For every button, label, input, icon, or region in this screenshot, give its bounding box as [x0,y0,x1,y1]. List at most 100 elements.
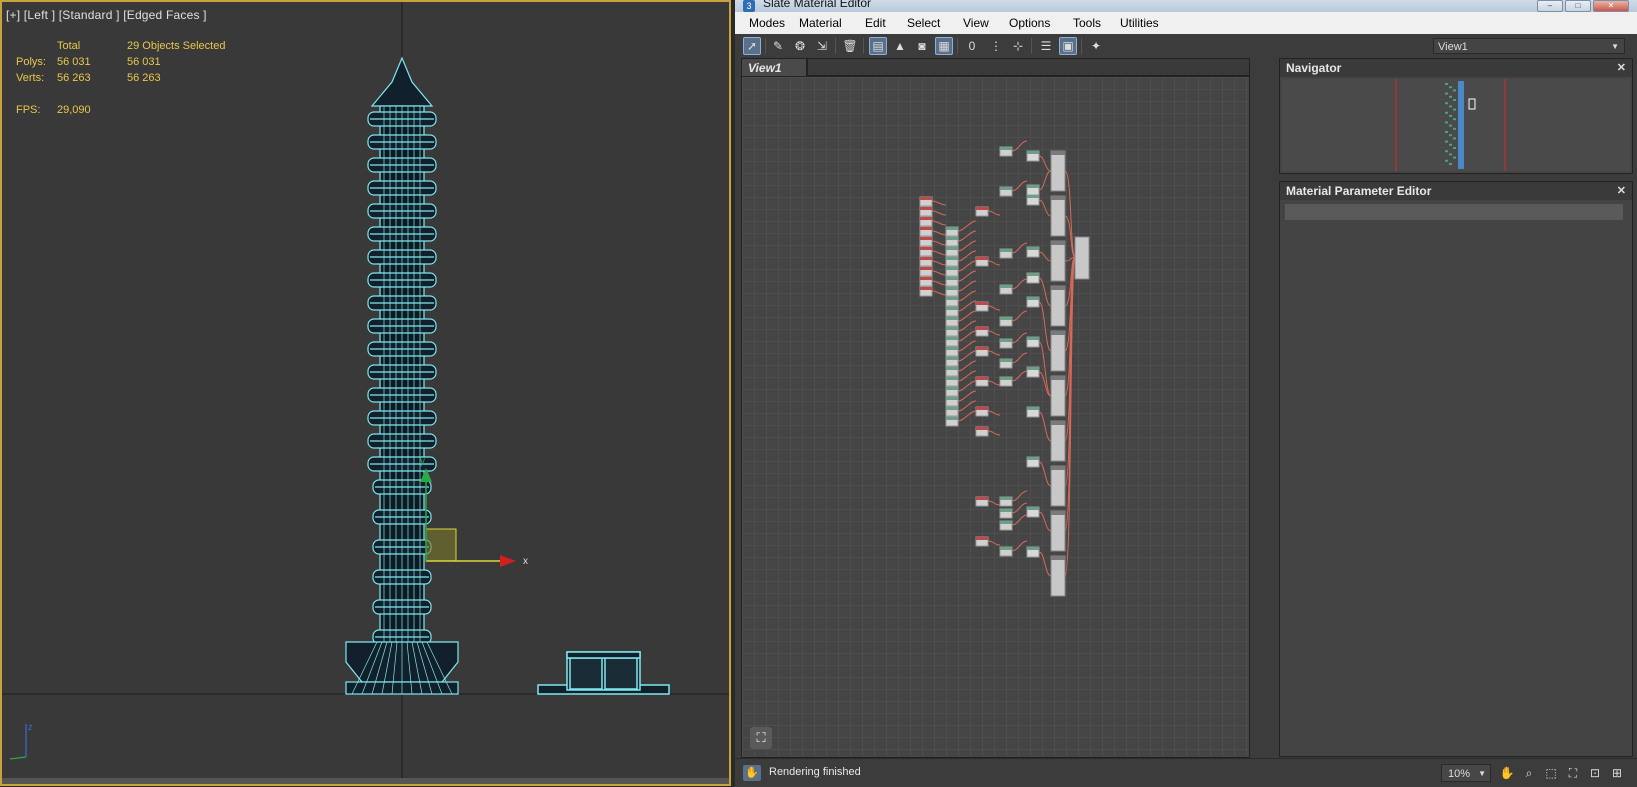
material-node-header [1051,556,1065,560]
material-node [1050,195,1066,237]
close-icon[interactable]: ✕ [1617,182,1626,200]
navigator-header: Navigator ✕ [1280,59,1632,77]
node-wire [987,260,1001,266]
material-node [1050,510,1066,552]
pan-icon[interactable]: ✋ [1499,765,1515,781]
select-tool-icon[interactable]: ➚ [743,37,761,55]
background-icon[interactable]: 0 [963,37,981,55]
zoom-dropdown[interactable]: 10% ▼ [1441,764,1491,782]
menu-options[interactable]: Options [1009,16,1050,30]
node-wire [1011,140,1028,152]
node-wire [957,260,977,272]
menu-material[interactable]: Material [799,16,842,30]
mpe-name-field[interactable] [1285,204,1623,220]
menu-utilities[interactable]: Utilities [1120,16,1159,30]
binoculars-icon[interactable]: ⛶ [750,727,772,749]
menu-edit[interactable]: Edit [865,16,886,30]
mini-node [1445,83,1448,85]
material-parameter-editor-panel: Material Parameter Editor ✕ [1279,181,1633,757]
bitmap-node-header [1027,547,1039,550]
map-node-header [946,287,958,290]
view-select-value: View1 [1438,41,1468,53]
navigator-minimap [1395,79,1506,171]
menu-select[interactable]: Select [907,16,940,30]
viewport-scene[interactable]: x y z [2,2,731,786]
zoom-region-icon[interactable]: ⬚ [1543,765,1559,781]
show-map-icon[interactable]: ▦ [935,37,953,55]
map-node-header [946,377,958,380]
axis-tripod-icon [9,724,27,760]
tab-view1[interactable]: View1 [741,58,807,76]
node-wire [931,280,947,286]
bitmap-node-header [1027,185,1039,188]
view-select-dropdown[interactable]: View1 ▼ [1433,38,1625,54]
delete-icon[interactable]: 🗑 [841,37,859,55]
hide-unused-icon[interactable]: ⊹ [1009,37,1027,55]
layout-icon[interactable]: ☰ [1037,37,1055,55]
move-children-icon[interactable]: ▤ [869,37,887,55]
mini-node [1449,134,1452,137]
layout-children-icon[interactable]: ▣ [1059,37,1077,55]
status-bar: ✋ Rendering finished 10% ▼ ✋ ⌕ ⬚ ⛶ ⊡ ⊞ [735,758,1637,787]
menu-modes[interactable]: Modes [749,16,785,30]
navigator-view[interactable] [1282,79,1630,171]
node-wire [987,330,1001,336]
mini-node [1445,140,1448,143]
show-bg-icon[interactable]: ▲ [891,37,909,55]
mini-node [1453,89,1456,92]
get-material-icon[interactable]: ❂ [791,37,809,55]
render-status-icon[interactable]: ✋ [743,765,761,781]
zoom-selected-icon[interactable]: ⊡ [1587,765,1603,781]
node-wire [957,400,977,412]
node-wire [1038,155,1052,172]
perspective-viewport[interactable]: [+] [Left ] [Standard ] [Edged Faces ] T… [0,0,731,786]
map-node-header [1000,521,1012,524]
chevron-down-icon: ▼ [1478,769,1486,778]
map-node-header [1000,359,1012,362]
zoom-icon[interactable]: ⌕ [1521,765,1537,781]
close-icon[interactable]: ✕ [1593,0,1629,12]
menu-tools[interactable]: Tools [1073,16,1101,30]
layout-all-icon[interactable]: ◙ [913,37,931,55]
mini-node [1449,163,1452,165]
map-node-header [976,327,988,330]
mini-node [1449,86,1452,89]
move-gizmo[interactable] [420,468,516,567]
node-graph[interactable] [742,77,1249,757]
map-node-header [946,257,958,260]
node-wire [957,270,977,282]
map-node-header [920,257,932,260]
node-wire [957,340,977,352]
node-wire [987,350,1001,356]
node-wire [987,305,1001,311]
put-to-scene-icon[interactable]: ⇲ [813,37,831,55]
tower-spire [370,56,434,107]
magic-icon[interactable]: ✦ [1087,37,1105,55]
map-node-header [1000,249,1012,252]
menu-view[interactable]: View [963,16,989,30]
minimize-icon[interactable]: – [1537,0,1563,12]
material-node [1050,465,1066,507]
material-node-header [1051,376,1065,380]
zoom-extents-icon[interactable]: ⛶ [1565,765,1581,781]
maximize-icon[interactable]: □ [1565,0,1591,12]
node-wire [1038,411,1052,442]
node-graph-canvas[interactable]: ⛶ [741,76,1250,758]
map-node-header [920,267,932,270]
view-area: View1 ⛶ [739,58,1272,758]
node-wire [957,230,977,242]
material-node-header [1051,286,1065,290]
tower-wireframe [345,56,459,695]
material-node [1050,555,1066,597]
mini-node [1445,111,1448,114]
close-icon[interactable]: ✕ [1617,59,1626,77]
pick-material-icon[interactable]: ✎ [769,37,787,55]
render-id-icon[interactable]: ⋮ [987,37,1005,55]
map-node-header [946,417,958,420]
maximize-view-icon[interactable]: ⊞ [1609,765,1625,781]
node-wire [931,250,947,256]
node-wire [1011,490,1028,502]
bitmap-node-header [1027,507,1039,510]
mini-node [1445,102,1448,105]
map-node-header [946,367,958,370]
